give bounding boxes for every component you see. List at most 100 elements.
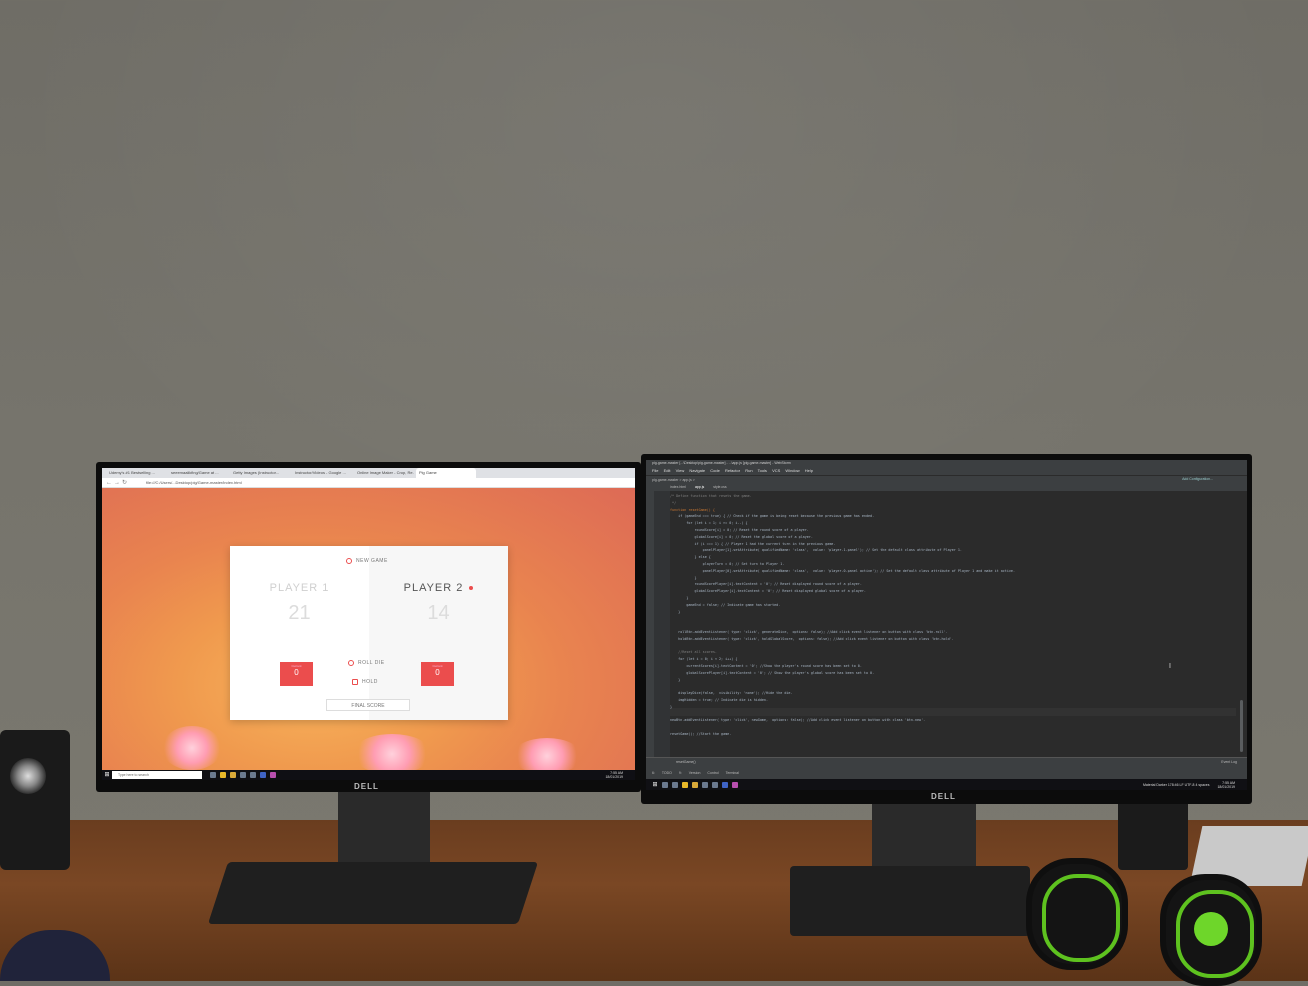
code-line[interactable] [670, 724, 1236, 731]
url-text[interactable]: file:///C:/Users/...Desktop/pig/Game-mas… [146, 480, 242, 485]
nav-arrows-icon[interactable]: ←→↻ [106, 479, 129, 486]
code-line[interactable]: imgHidden = true; // Indicate die is hid… [670, 697, 1236, 704]
menu-navigate[interactable]: Navigate [689, 468, 705, 473]
code-line[interactable]: currentScores[i].textContent = '0'; //Sh… [670, 663, 1236, 670]
code-line[interactable]: panelPlayer[0].setAttribute( qualifiedNa… [670, 568, 1236, 575]
code-line[interactable]: } else { [670, 554, 1236, 561]
code-line[interactable]: rollBtn.addEventListener( type: 'click',… [670, 629, 1236, 636]
code-line[interactable]: newBtn.addEventListener( type: 'click', … [670, 717, 1236, 724]
editor-tab-app[interactable]: app.js [695, 485, 704, 489]
final-score-input[interactable]: FINAL SCORE [326, 699, 410, 711]
menu-code[interactable]: Code [710, 468, 720, 473]
code-line[interactable]: gameEnd = false; // Indicate game has st… [670, 602, 1236, 609]
menu-window[interactable]: Window [785, 468, 799, 473]
roll-die-button[interactable]: ROLL DIE [348, 660, 385, 666]
menu-help[interactable]: Help [805, 468, 813, 473]
code-line[interactable]: holdBtn.addEventListener( type: 'click',… [670, 636, 1236, 643]
code-line[interactable]: */ [670, 500, 1236, 507]
taskbar-clock-right[interactable]: 7:55 AM 18/01/2019 [1217, 781, 1235, 789]
code-line[interactable]: if (gameEnd === true) { // Check if the … [670, 513, 1236, 520]
search-icon[interactable] [662, 781, 668, 788]
menu-file[interactable]: File [652, 468, 658, 473]
code-line[interactable]: globalScore[i] = 0; // Reset the global … [670, 534, 1236, 541]
editor-tab-index[interactable]: index.html [670, 485, 686, 489]
menu-edit[interactable]: Edit [664, 468, 671, 473]
code-line[interactable] [670, 643, 1236, 650]
code-line[interactable] [670, 711, 1236, 718]
browser-tab[interactable]: seeemaalikfing/Game at ... [168, 468, 228, 478]
webstorm-icon[interactable] [260, 772, 266, 778]
webstorm-icon[interactable] [722, 781, 728, 788]
player-2-score: 14 [427, 602, 450, 624]
code-line[interactable]: for (let i = 1; i >= 0; i--) { [670, 520, 1236, 527]
ide-breadcrumb[interactable]: pig-game-master > app.js > [646, 475, 1247, 483]
menu-refactor[interactable]: Refactor [725, 468, 740, 473]
mail-icon[interactable] [712, 781, 718, 788]
address-bar[interactable]: ←→↻ file:///C:/Users/...Desktop/pig/Game… [102, 478, 635, 488]
new-game-button[interactable]: NEW GAME [346, 558, 388, 564]
menu-view[interactable]: View [676, 468, 685, 473]
store-icon[interactable] [240, 772, 246, 778]
app-icon[interactable] [270, 772, 276, 778]
chrome-icon[interactable] [682, 781, 688, 788]
code-line[interactable] [670, 622, 1236, 629]
menu-vcs[interactable]: VCS [772, 468, 780, 473]
version-control-tab[interactable]: 9: Version Control [679, 771, 719, 775]
code-line[interactable]: globalScorePlayer[i].textContent = '0'; … [670, 670, 1236, 677]
task-view-icon[interactable] [672, 781, 678, 788]
code-line[interactable]: } [670, 575, 1236, 582]
headset [1020, 850, 1280, 986]
code-line[interactable]: for (let i = 0; i < 2; i++) { [670, 656, 1236, 663]
browser-tab[interactable]: Instructor/Videos - Google ... [292, 468, 352, 478]
function-breadcrumb[interactable]: resetGame() [676, 760, 696, 764]
taskbar-search[interactable]: Type here to search [112, 771, 202, 779]
refresh-icon [348, 660, 354, 666]
code-line[interactable]: roundScore[i] = 0; // Reset the round sc… [670, 527, 1236, 534]
run-configuration-dropdown[interactable]: Add Configuration... [1182, 477, 1213, 481]
code-line[interactable]: } [670, 595, 1236, 602]
store-icon[interactable] [702, 781, 708, 788]
download-icon [352, 679, 358, 685]
code-line[interactable]: //Reset all scores. [670, 649, 1236, 656]
code-line[interactable]: } [670, 609, 1236, 616]
code-line[interactable]: } [670, 704, 1236, 711]
app-icon[interactable] [732, 781, 738, 788]
file-explorer-icon[interactable] [692, 781, 698, 788]
code-line[interactable] [670, 683, 1236, 690]
code-line[interactable]: } [670, 677, 1236, 684]
code-line[interactable] [670, 615, 1236, 622]
code-line[interactable]: panelPlayer[1].setAttribute( qualifiedNa… [670, 547, 1236, 554]
project-tool-strip[interactable] [646, 491, 654, 757]
event-log-button[interactable]: Event Log [1221, 760, 1237, 764]
task-view-icon[interactable] [210, 772, 216, 778]
code-line[interactable]: displayDice(false, visibility: 'none'); … [670, 690, 1236, 697]
browser-tab[interactable]: Getty Images (Instructor... [230, 468, 290, 478]
hold-button[interactable]: HOLD [352, 679, 378, 685]
mail-icon[interactable] [250, 772, 256, 778]
terminal-tab[interactable]: Terminal [726, 771, 739, 775]
windows-start-icon[interactable]: ⊞ [102, 770, 112, 780]
code-line[interactable]: if (i === 1) { // Player 1 had the curre… [670, 541, 1236, 548]
code-line[interactable]: resetGame(); //Start the game. [670, 731, 1236, 738]
code-line[interactable]: /* Define function that resets the game. [670, 493, 1236, 500]
browser-tab-active[interactable]: Pig Game [416, 468, 476, 478]
code-line[interactable]: globalScorePlayer[i].textContent = '0'; … [670, 588, 1236, 595]
chrome-icon[interactable] [220, 772, 226, 778]
code-line[interactable]: playerTurn = 0; // Set turn to Player 1. [670, 561, 1236, 568]
taskbar-clock[interactable]: 7:55 AM 18/01/2019 [605, 771, 623, 779]
editor-scrollbar[interactable] [1240, 700, 1243, 752]
menu-run[interactable]: Run [745, 468, 752, 473]
browser-tab[interactable]: Online Image Maker - Crop, Re... [354, 468, 414, 478]
menu-tools[interactable]: Tools [758, 468, 767, 473]
code-line[interactable]: function resetGame() { [670, 507, 1236, 514]
file-explorer-icon[interactable] [230, 772, 236, 778]
tool-window-tabs: 6: TODO 9: Version Control Terminal [652, 771, 739, 775]
editor-tab-style[interactable]: style.css [713, 485, 726, 489]
todo-tab[interactable]: 6: TODO [652, 771, 672, 775]
code-line[interactable]: roundScorePlayer[i].textContent = '0'; /… [670, 581, 1236, 588]
windows-start-icon[interactable]: ⊞ [650, 780, 660, 790]
code-editor[interactable]: /* Define function that resets the game.… [670, 493, 1236, 757]
browser-tab[interactable]: Udemy's #1 Bestselling ... [106, 468, 166, 478]
left-screen: Udemy's #1 Bestselling ... seeemaalikfin… [102, 468, 635, 780]
right-screen: pig-game-master [...\Desktop\pig-game-ma… [646, 460, 1247, 790]
